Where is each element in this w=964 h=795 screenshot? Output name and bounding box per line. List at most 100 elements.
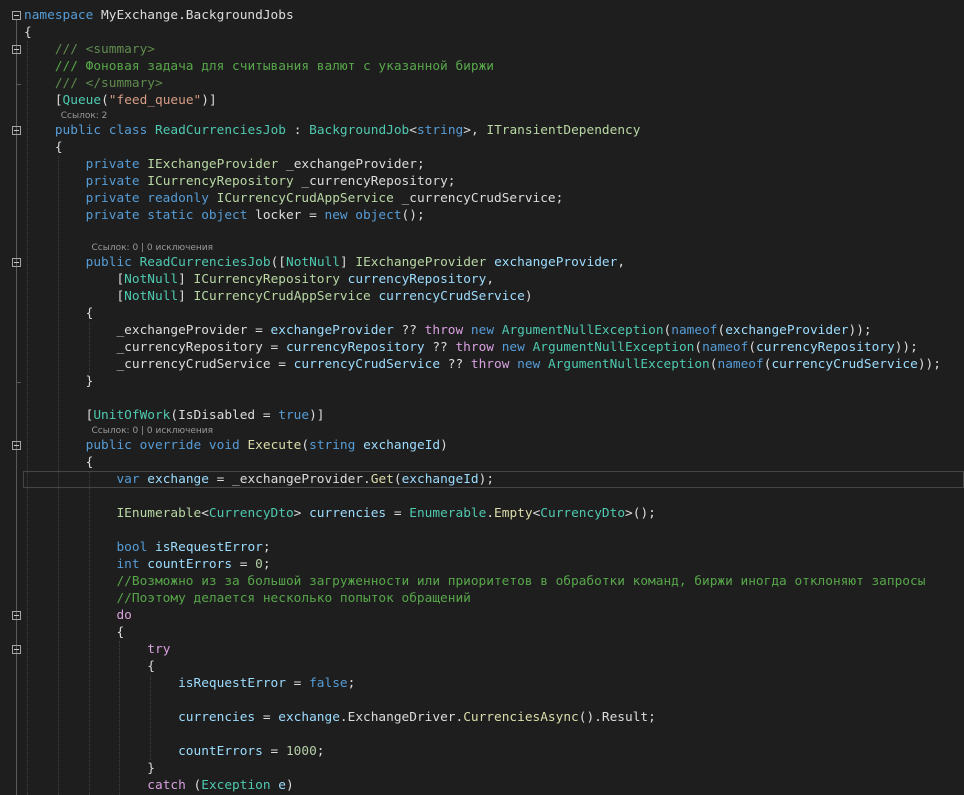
codelens-references[interactable]: Ссылок: 0 | 0 исключения (92, 243, 214, 254)
code-token: 0 (255, 557, 263, 572)
code-token: throw (455, 340, 494, 355)
code-line[interactable]: _currencyCrudService = currencyCrudServi… (24, 356, 941, 373)
code-line[interactable]: private readonly ICurrencyCrudAppService… (24, 190, 564, 207)
code-token: )] (201, 93, 217, 108)
code-line[interactable]: catch (Exception e) (24, 777, 293, 794)
code-token: _currencyRepository; (293, 174, 456, 189)
code-line[interactable]: //Поэтому делается несколько попыток обр… (24, 590, 471, 607)
code-token: "feed_queue" (108, 93, 202, 108)
code-line[interactable]: private static object locker = new objec… (24, 207, 425, 224)
code-token: int (116, 557, 140, 572)
code-line[interactable]: { (24, 24, 32, 41)
code-line[interactable]: } (24, 760, 155, 777)
code-line[interactable]: [NotNull] ICurrencyRepository currencyRe… (24, 271, 494, 288)
code-token: currencyRepository (285, 340, 425, 355)
code-token: exchange (278, 710, 340, 725)
code-token: countErrors (147, 557, 233, 572)
code-line[interactable]: [UnitOfWork(IsDisabled = true)] (24, 407, 325, 424)
code-token: countErrors (178, 744, 263, 759)
code-token: currencyCrudService (293, 357, 441, 372)
code-line[interactable]: //Возможно из за большой загруженности и… (24, 573, 925, 590)
code-token: Get (370, 472, 394, 487)
code-line[interactable]: var exchange = _exchangeProvider.Get(exc… (24, 471, 494, 488)
code-line[interactable]: /// <summary> (24, 41, 155, 58)
code-token: ?? (424, 340, 456, 355)
code-line[interactable]: isRequestError = false; (24, 675, 355, 692)
code-token: = (255, 710, 279, 725)
fold-toggle-icon[interactable] (12, 441, 21, 450)
code-line[interactable]: _currencyRepository = currencyRepository… (24, 339, 918, 356)
code-line[interactable]: { (24, 658, 155, 675)
code-line[interactable]: { (24, 305, 94, 322)
code-line[interactable]: private IExchangeProvider _exchangeProvi… (24, 156, 425, 173)
code-line[interactable]: public ReadCurrenciesJob([NotNull] IExch… (24, 254, 625, 271)
code-token: , (617, 255, 626, 270)
code-token: new (501, 340, 525, 355)
code-editor[interactable]: namespace MyExchange.BackgroundJobs{ ///… (0, 0, 964, 795)
code-token: exchange (147, 472, 209, 487)
code-token: ( (694, 340, 703, 355)
code-line[interactable]: } (24, 373, 94, 390)
code-line[interactable]: IEnumerable<CurrencyDto> currencies = En… (24, 505, 655, 522)
code-token: //Поэтому делается несколько попыток обр… (116, 591, 471, 606)
code-line[interactable]: [Queue("feed_queue")] (24, 92, 217, 109)
code-token: nameof (717, 357, 764, 372)
code-token: Enumerable (409, 506, 487, 521)
codelens-references[interactable]: Ссылок: 2 (61, 111, 108, 122)
code-line[interactable]: [NotNull] ICurrencyCrudAppService curren… (24, 288, 532, 305)
code-line[interactable]: _exchangeProvider = exchangeProvider ?? … (24, 322, 871, 339)
code-token: { (24, 25, 32, 40)
code-token: )); (894, 340, 918, 355)
code-token: [ (24, 272, 125, 287)
code-token: /// <summary> (54, 42, 155, 57)
code-line[interactable]: int countErrors = 0; (24, 556, 270, 573)
fold-toggle-icon[interactable] (12, 645, 21, 654)
code-token: NotNull (124, 289, 179, 304)
code-token: exchangeProvider (270, 323, 394, 338)
code-line[interactable]: /// Фоновая задача для считывания валют … (24, 58, 494, 75)
code-token: >, (463, 123, 487, 138)
code-token: string (309, 438, 356, 453)
code-token: e (278, 778, 287, 793)
code-token: ] (178, 289, 194, 304)
code-line[interactable]: { (24, 454, 94, 471)
code-token: 1000 (285, 744, 317, 759)
code-line[interactable]: currencies = exchange.ExchangeDriver.Cur… (24, 709, 656, 726)
code-line[interactable]: /// </summary> (24, 75, 163, 92)
code-line[interactable]: public class ReadCurrenciesJob : Backgro… (24, 122, 641, 139)
code-line[interactable]: countErrors = 1000; (24, 743, 324, 760)
codelens-references[interactable]: Ссылок: 0 | 0 исключения (92, 426, 214, 437)
code-token: isRequestError (178, 676, 286, 691)
code-token: ArgumentNullException (547, 357, 710, 372)
code-line[interactable]: namespace MyExchange.BackgroundJobs (24, 7, 294, 24)
fold-toggle-icon[interactable] (12, 45, 21, 54)
fold-toggle-icon[interactable] (12, 11, 21, 20)
code-line[interactable]: do (24, 607, 131, 624)
code-line[interactable]: private ICurrencyRepository _currencyRep… (24, 173, 456, 190)
code-line[interactable]: { (24, 624, 124, 641)
code-token: try (147, 642, 171, 657)
code-token: exchangeProvider (725, 323, 849, 338)
code-line[interactable]: public override void Execute(string exch… (24, 437, 448, 454)
fold-toggle-icon[interactable] (12, 126, 21, 135)
code-line[interactable]: bool isRequestError; (24, 539, 270, 556)
code-token: ; (347, 676, 356, 691)
code-token: nameof (702, 340, 749, 355)
code-line[interactable]: { (24, 139, 63, 156)
fold-toggle-icon[interactable] (12, 611, 21, 620)
fold-toggle-icon[interactable] (12, 258, 21, 267)
code-line[interactable]: try (24, 641, 170, 658)
